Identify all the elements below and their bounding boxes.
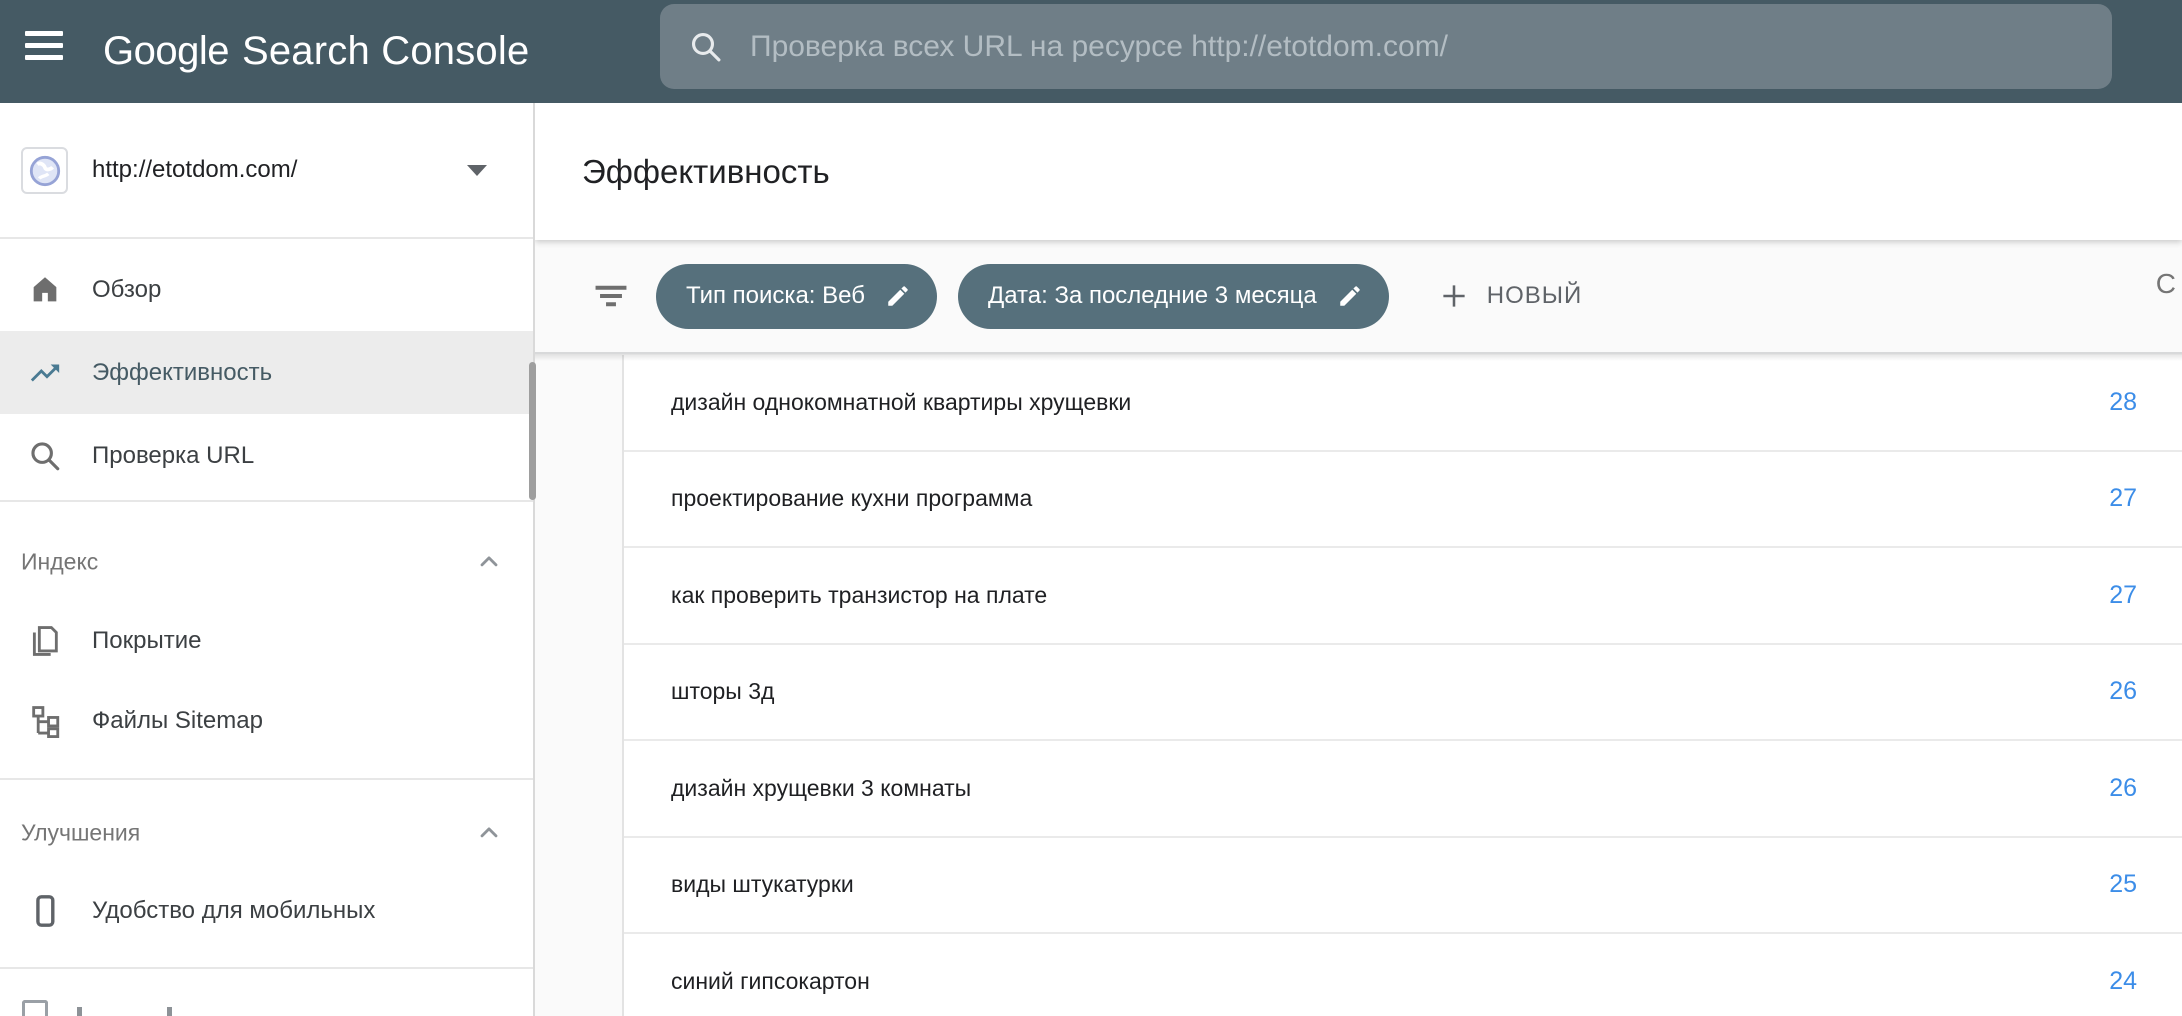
logo-google: Google (103, 29, 229, 74)
table-row[interactable]: дизайн хрущевки 3 комнаты 26 (624, 741, 2182, 838)
edit-pencil-icon (1337, 283, 1363, 309)
chevron-up-icon (475, 548, 503, 576)
clicks-value: 27 (2109, 581, 2137, 610)
sidebar-item-url-inspection[interactable]: Проверка URL (0, 414, 533, 497)
clipped-text-fragment (77, 1007, 82, 1016)
main-content: Эффективность Тип поиска: Веб Дата: За п… (535, 103, 2182, 1016)
search-input[interactable] (750, 30, 2082, 64)
logo-product: Search Console (242, 29, 529, 74)
table-row[interactable]: шторы 3д 26 (624, 645, 2182, 742)
url-inspection-searchbar[interactable] (660, 4, 2112, 89)
app-logo: Google Search Console (103, 0, 529, 103)
property-favicon (21, 147, 68, 194)
sidebar-item-label: Покрытие (92, 627, 201, 655)
filter-chip-date[interactable]: Дата: За последние 3 месяца (958, 264, 1389, 329)
url-inspection-icon (28, 439, 62, 473)
section-title: Индекс (21, 549, 98, 576)
globe-icon (28, 154, 62, 188)
clicks-value: 28 (2109, 388, 2137, 417)
query-text: виды штукатурки (671, 871, 854, 898)
table-row[interactable]: виды штукатурки 25 (624, 838, 2182, 935)
table-top-divider (535, 352, 2182, 361)
sitemap-icon (28, 704, 62, 738)
page-title: Эффективность (582, 153, 830, 191)
new-filter-label: НОВЫЙ (1487, 282, 1583, 310)
clicks-value: 27 (2109, 484, 2137, 513)
sidebar: http://etotdom.com/ Обзор Эффективность … (0, 103, 535, 1016)
chevron-down-icon (467, 165, 487, 176)
sidebar-item-mobile-usability[interactable]: Удобство для мобильных (0, 869, 533, 952)
divider (0, 967, 533, 969)
title-bar: Эффективность (535, 103, 2182, 240)
coverage-icon (28, 624, 62, 658)
table-row[interactable]: проектирование кухни программа 27 (624, 452, 2182, 549)
divider (0, 778, 533, 780)
queries-table: дизайн однокомнатной квартиры хрущевки 2… (622, 355, 2182, 1016)
plus-icon (1437, 279, 1471, 313)
clipped-sidebar-item-icon (22, 1000, 48, 1016)
hamburger-menu-icon[interactable] (25, 31, 65, 71)
filter-bar: Тип поиска: Веб Дата: За последние 3 мес… (535, 240, 2182, 352)
clicks-value: 24 (2109, 967, 2137, 996)
divider (0, 500, 533, 502)
app-header: Google Search Console (0, 0, 2182, 103)
property-url: http://etotdom.com/ (92, 156, 297, 184)
section-header-index[interactable]: Индекс (0, 535, 533, 589)
clicks-value: 26 (2109, 677, 2137, 706)
query-text: дизайн однокомнатной квартиры хрущевки (671, 389, 1131, 416)
sidebar-item-label: Файлы Sitemap (92, 707, 263, 735)
home-icon (28, 273, 62, 307)
sidebar-item-label: Обзор (92, 276, 161, 304)
sidebar-item-label: Удобство для мобильных (92, 897, 375, 925)
chevron-up-icon (475, 819, 503, 847)
section-header-enhancements[interactable]: Улучшения (0, 806, 533, 860)
sidebar-item-label: Проверка URL (92, 442, 254, 470)
query-text: проектирование кухни программа (671, 485, 1032, 512)
divider (0, 237, 533, 239)
table-row[interactable]: синий гипсокартон 24 (624, 934, 2182, 1016)
clicks-value: 26 (2109, 774, 2137, 803)
query-text: дизайн хрущевки 3 комнаты (671, 775, 971, 802)
table-row[interactable]: дизайн однокомнатной квартиры хрущевки 2… (624, 355, 2182, 452)
edit-pencil-icon (885, 283, 911, 309)
sidebar-item-label: Эффективность (92, 359, 272, 387)
clicks-value: 25 (2109, 870, 2137, 899)
sidebar-item-coverage[interactable]: Покрытие (0, 599, 533, 682)
clipped-right-control[interactable]: С (2156, 268, 2176, 300)
filter-chip-search-type[interactable]: Тип поиска: Веб (656, 264, 937, 329)
mobile-icon (28, 894, 62, 928)
query-text: синий гипсокартон (671, 968, 870, 995)
filter-chip-label: Тип поиска: Веб (686, 282, 865, 310)
filter-chip-label: Дата: За последние 3 месяца (988, 282, 1317, 310)
sidebar-item-performance[interactable]: Эффективность (0, 331, 533, 414)
new-filter-button[interactable]: НОВЫЙ (1437, 279, 1583, 313)
clipped-text-fragment (167, 1007, 172, 1016)
search-icon (688, 29, 724, 65)
section-title: Улучшения (21, 820, 140, 847)
query-text: как проверить транзистор на плате (671, 582, 1047, 609)
sidebar-item-overview[interactable]: Обзор (0, 248, 533, 331)
filter-icon[interactable] (593, 278, 629, 314)
sidebar-item-sitemaps[interactable]: Файлы Sitemap (0, 679, 533, 762)
sidebar-scrollbar-thumb[interactable] (529, 362, 536, 500)
query-text: шторы 3д (671, 678, 774, 705)
performance-icon (28, 356, 62, 390)
property-selector[interactable]: http://etotdom.com/ (0, 103, 533, 237)
table-row[interactable]: как проверить транзистор на плате 27 (624, 548, 2182, 645)
